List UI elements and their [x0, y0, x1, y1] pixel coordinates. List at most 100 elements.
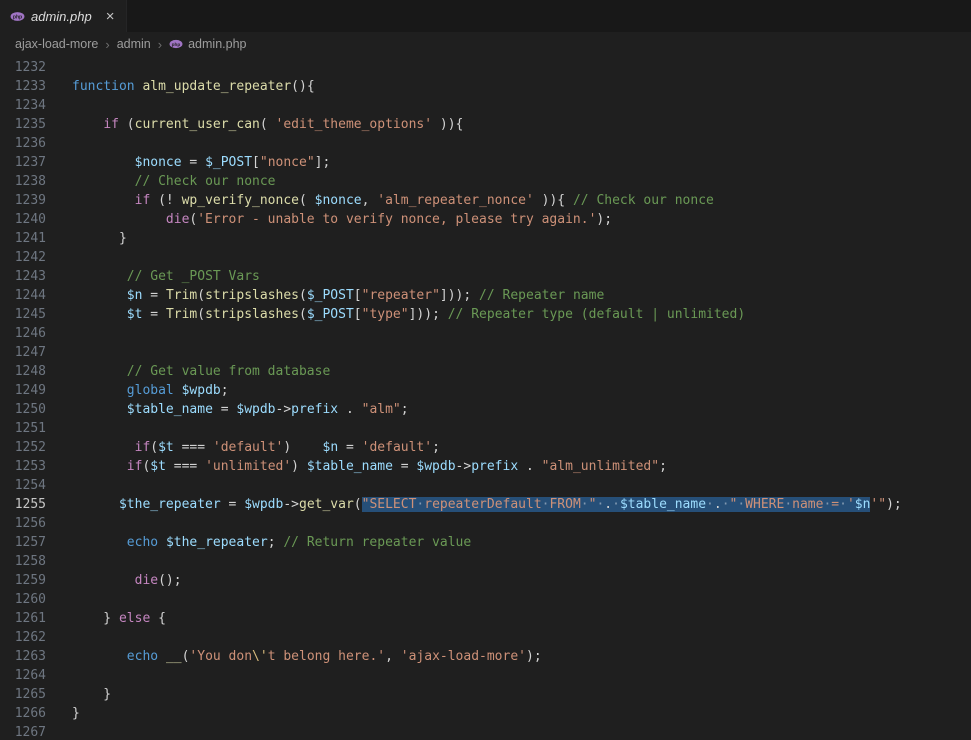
code-line[interactable]: 1248 // Get value from database — [0, 362, 971, 381]
line-number[interactable]: 1236 — [0, 134, 46, 153]
line-number[interactable]: 1259 — [0, 571, 46, 590]
line-number[interactable]: 1253 — [0, 457, 46, 476]
line-number[interactable]: 1239 — [0, 191, 46, 210]
line-number[interactable]: 1240 — [0, 210, 46, 229]
code-line[interactable]: 1255 $the_repeater = $wpdb->get_var("SEL… — [0, 495, 971, 514]
code-line[interactable]: 1249 global $wpdb; — [0, 381, 971, 400]
line-number[interactable]: 1251 — [0, 419, 46, 438]
line-number[interactable]: 1257 — [0, 533, 46, 552]
code-line[interactable]: 1237 $nonce = $_POST["nonce"]; — [0, 153, 971, 172]
close-icon[interactable]: × — [104, 9, 117, 24]
code-text: die(); — [46, 571, 182, 590]
whitespace-dot: · — [823, 497, 832, 512]
code-line[interactable]: 1244 $n = Trim(stripslashes($_POST["repe… — [0, 286, 971, 305]
line-number[interactable]: 1247 — [0, 343, 46, 362]
line-number[interactable]: 1261 — [0, 609, 46, 628]
code-line[interactable]: 1247 — [0, 343, 971, 362]
whitespace-dot: · — [580, 497, 589, 512]
code-line[interactable]: 1264 — [0, 666, 971, 685]
code-line[interactable]: 1241 } — [0, 229, 971, 248]
line-number[interactable]: 1248 — [0, 362, 46, 381]
code-line[interactable]: 1257 echo $the_repeater; // Return repea… — [0, 533, 971, 552]
line-number[interactable]: 1265 — [0, 685, 46, 704]
line-number[interactable]: 1249 — [0, 381, 46, 400]
code-line[interactable]: 1239 if (! wp_verify_nonce( $nonce, 'alm… — [0, 191, 971, 210]
line-number[interactable]: 1255 — [0, 495, 46, 514]
code-line[interactable]: 1261 } else { — [0, 609, 971, 628]
line-number[interactable]: 1256 — [0, 514, 46, 533]
line-number[interactable]: 1246 — [0, 324, 46, 343]
code-line[interactable]: 1235 if (current_user_can( 'edit_theme_o… — [0, 115, 971, 134]
code-token: Trim — [165, 288, 198, 303]
line-number[interactable]: 1242 — [0, 248, 46, 267]
code-line[interactable]: 1245 $t = Trim(stripslashes($_POST["type… — [0, 305, 971, 324]
code-token: [ — [252, 155, 260, 170]
line-number[interactable]: 1233 — [0, 77, 46, 96]
chevron-right-icon: › — [157, 36, 163, 52]
code-line[interactable]: 1256 — [0, 514, 971, 533]
code-line[interactable]: 1243 // Get _POST Vars — [0, 267, 971, 286]
code-token: $nonce — [134, 155, 182, 170]
code-line[interactable]: 1263 echo __('You don\'t belong here.', … — [0, 647, 971, 666]
code-text: $t = Trim(stripslashes($_POST["type"]));… — [46, 305, 745, 324]
code-line[interactable]: 1240 die('Error - unable to verify nonce… — [0, 210, 971, 229]
line-number[interactable]: 1264 — [0, 666, 46, 685]
code-token: = — [220, 497, 245, 512]
line-number[interactable]: 1262 — [0, 628, 46, 647]
code-line[interactable]: 1238 // Check our nonce — [0, 172, 971, 191]
line-number[interactable]: 1245 — [0, 305, 46, 324]
code-line[interactable]: 1236 — [0, 134, 971, 153]
code-line[interactable]: 1258 — [0, 552, 971, 571]
code-line[interactable]: 1232 — [0, 58, 971, 77]
code-line[interactable]: 1250 $table_name = $wpdb->prefix . "alm"… — [0, 400, 971, 419]
line-number[interactable]: 1252 — [0, 438, 46, 457]
tab-admin-php[interactable]: php admin.php × — [0, 0, 128, 32]
line-number[interactable]: 1243 — [0, 267, 46, 286]
line-number[interactable]: 1266 — [0, 704, 46, 723]
line-number[interactable]: 1254 — [0, 476, 46, 495]
line-number[interactable]: 1238 — [0, 172, 46, 191]
line-number[interactable]: 1244 — [0, 286, 46, 305]
code-line[interactable]: 1246 — [0, 324, 971, 343]
editor[interactable]: 1232 1233 function alm_update_repeater(){1… — [0, 56, 971, 740]
code-line[interactable]: 1252 if($t === 'default') $n = 'default'… — [0, 438, 971, 457]
code-line[interactable]: 1266} — [0, 704, 971, 723]
code-token: get_var — [299, 497, 354, 512]
code-line[interactable]: 1253 if($t === 'unlimited') $table_name … — [0, 457, 971, 476]
code-line[interactable]: 1251 — [0, 419, 971, 438]
code-line[interactable]: 1234 — [0, 96, 971, 115]
code-token: ( — [353, 497, 362, 512]
code-line[interactable]: 1259 die(); — [0, 571, 971, 590]
code-token: "alm_unlimited" — [541, 459, 660, 474]
code-line[interactable]: 1262 — [0, 628, 971, 647]
code-line[interactable]: 1233 function alm_update_repeater(){ — [0, 77, 971, 96]
line-number[interactable]: 1232 — [0, 58, 46, 77]
line-number[interactable]: 1263 — [0, 647, 46, 666]
code-token: prefix — [291, 402, 339, 417]
line-number[interactable]: 1267 — [0, 723, 46, 740]
line-number[interactable]: 1260 — [0, 590, 46, 609]
breadcrumb-item-file[interactable]: admin.php — [188, 37, 246, 51]
code-token: $_POST — [306, 307, 354, 322]
line-number[interactable]: 1258 — [0, 552, 46, 571]
breadcrumb-item-folder[interactable]: ajax-load-more — [15, 37, 98, 51]
line-number[interactable]: 1237 — [0, 153, 46, 172]
code-line[interactable]: 1254 — [0, 476, 971, 495]
line-number[interactable]: 1250 — [0, 400, 46, 419]
code-line[interactable]: 1265 } — [0, 685, 971, 704]
code-token: 'Error - unable to verify nonce, please … — [197, 212, 597, 227]
line-number[interactable]: 1235 — [0, 115, 46, 134]
code-line[interactable]: 1242 — [0, 248, 971, 267]
code-line[interactable]: 1260 — [0, 590, 971, 609]
line-number[interactable]: 1241 — [0, 229, 46, 248]
line-number[interactable]: 1234 — [0, 96, 46, 115]
breadcrumb-item-subfolder[interactable]: admin — [117, 37, 151, 51]
code-line[interactable]: 1267 — [0, 723, 971, 740]
code-token: "type" — [361, 307, 409, 322]
code-token: // Get _POST Vars — [126, 269, 260, 284]
